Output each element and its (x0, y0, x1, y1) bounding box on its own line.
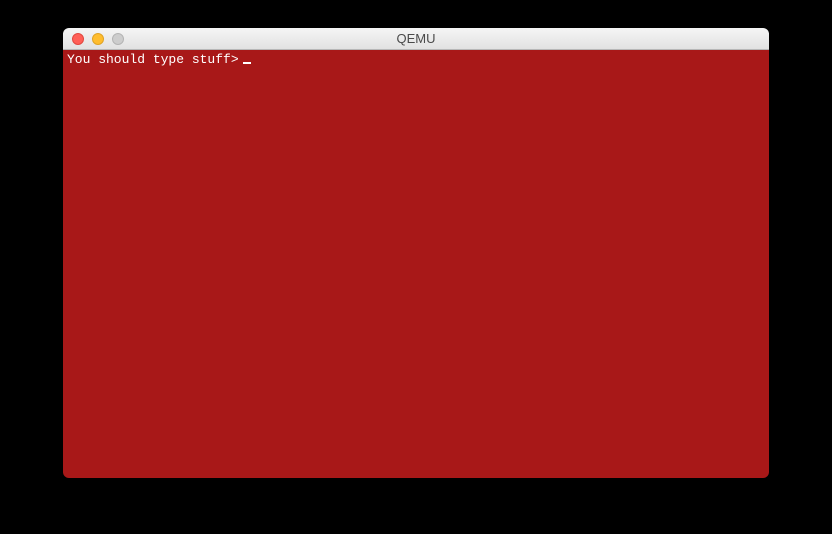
terminal-area[interactable]: You should type stuff> (63, 50, 769, 478)
close-icon[interactable] (72, 33, 84, 45)
titlebar[interactable]: QEMU (63, 28, 769, 50)
minimize-icon[interactable] (92, 33, 104, 45)
prompt-text: You should type stuff> (67, 52, 239, 67)
traffic-lights (63, 33, 124, 45)
qemu-window: QEMU You should type stuff> (63, 28, 769, 478)
maximize-icon[interactable] (112, 33, 124, 45)
window-title: QEMU (63, 31, 769, 46)
cursor-icon (243, 62, 251, 64)
